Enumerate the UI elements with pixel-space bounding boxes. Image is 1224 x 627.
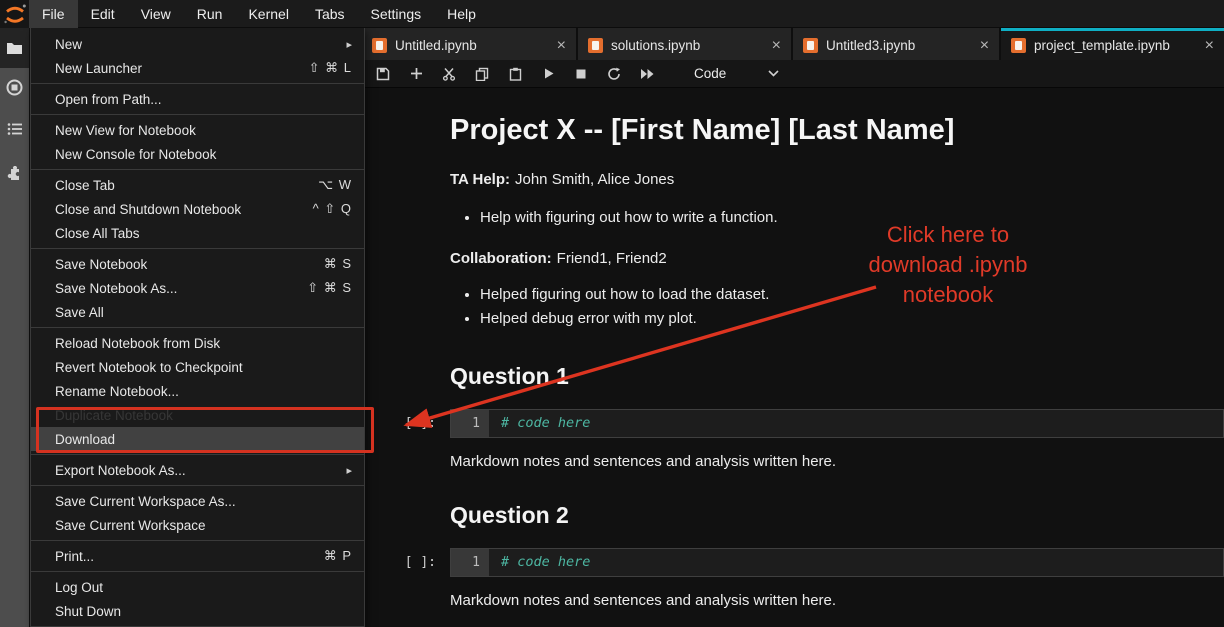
menu-item-log-out[interactable]: Log Out — [31, 575, 364, 599]
cell-prompt: [ ]: — [362, 548, 450, 577]
chevron-down-icon — [768, 70, 779, 77]
notebook-file-icon — [588, 38, 603, 53]
markdown-cell[interactable]: Markdown notes and sentences and analysi… — [450, 592, 1224, 609]
notebook-file-icon — [372, 38, 387, 53]
menu-item-new-console-for-notebook[interactable]: New Console for Notebook — [31, 142, 364, 166]
save-icon[interactable] — [375, 66, 391, 82]
tab-solutions-ipynb[interactable]: solutions.ipynb × — [578, 28, 791, 60]
menu-item-save-all[interactable]: Save All — [31, 300, 364, 324]
menu-edit[interactable]: Edit — [78, 0, 128, 28]
code-editor[interactable]: 1 # code here — [450, 409, 1224, 438]
menu-run[interactable]: Run — [184, 0, 236, 28]
menu-item-save-current-workspace-as[interactable]: Save Current Workspace As... — [31, 489, 364, 513]
question-2-heading: Question 2 — [450, 502, 1224, 529]
submenu-arrow-icon: ▸ — [346, 464, 352, 477]
cell-prompt: [ ]: — [362, 409, 450, 438]
file-browser-icon[interactable] — [0, 35, 29, 61]
close-tab-icon[interactable]: × — [549, 38, 566, 54]
cell-type-dropdown[interactable]: Code — [694, 66, 779, 81]
line-number: 1 — [451, 410, 489, 437]
extension-manager-icon[interactable] — [0, 161, 29, 187]
menu-help[interactable]: Help — [434, 0, 489, 28]
main-dock-panel: Untitled.ipynb × solutions.ipynb × Untit… — [362, 28, 1224, 627]
stop-icon[interactable] — [573, 66, 589, 82]
tab-untitled-ipynb[interactable]: Untitled.ipynb × — [362, 28, 576, 60]
ta-help-line: TA Help:John Smith, Alice Jones — [450, 171, 1224, 188]
notebook-file-icon — [1011, 38, 1026, 53]
menu-item-close-and-shutdown-notebook[interactable]: Close and Shutdown Notebook^ ⇧ Q — [31, 197, 364, 221]
menu-item-new[interactable]: New▸ — [31, 32, 364, 56]
close-tab-icon[interactable]: × — [1197, 38, 1214, 54]
menu-file[interactable]: File — [29, 0, 78, 28]
menu-item-rename-notebook[interactable]: Rename Notebook... — [31, 379, 364, 403]
menu-item-reload-notebook-from-disk[interactable]: Reload Notebook from Disk — [31, 331, 364, 355]
menu-item-save-current-workspace[interactable]: Save Current Workspace — [31, 513, 364, 537]
code-cell: [ ]: 1 # code here — [362, 409, 1224, 438]
code-text: # code here — [489, 549, 590, 576]
code-cell: [ ]: 1 # code here — [362, 548, 1224, 577]
menu-item-close-all-tabs[interactable]: Close All Tabs — [31, 221, 364, 245]
menu-item-revert-notebook-to-checkpoint[interactable]: Revert Notebook to Checkpoint — [31, 355, 364, 379]
menu-view[interactable]: View — [128, 0, 184, 28]
file-menu-dropdown: New▸ New Launcher⇧ ⌘ L Open from Path...… — [30, 28, 365, 627]
submenu-arrow-icon: ▸ — [346, 38, 352, 51]
run-all-icon[interactable] — [639, 66, 655, 82]
menu-item-new-view-for-notebook[interactable]: New View for Notebook — [31, 118, 364, 142]
menu-settings[interactable]: Settings — [358, 0, 435, 28]
line-number: 1 — [451, 549, 489, 576]
jupyterlab-window: File Edit View Run Kernel Tabs Settings … — [0, 0, 1224, 627]
running-kernels-icon[interactable] — [0, 74, 29, 100]
tab-bar: Untitled.ipynb × solutions.ipynb × Untit… — [362, 28, 1224, 60]
menu-item-new-launcher[interactable]: New Launcher⇧ ⌘ L — [31, 56, 364, 80]
question-1-heading: Question 1 — [450, 363, 1224, 390]
markdown-cell[interactable]: Markdown notes and sentences and analysi… — [450, 453, 1224, 470]
restart-kernel-icon[interactable] — [606, 66, 622, 82]
cut-icon[interactable] — [441, 66, 457, 82]
menu-item-close-tab[interactable]: Close Tab⌥ W — [31, 173, 364, 197]
tab-project-template-ipynb[interactable]: project_template.ipynb × — [1001, 28, 1224, 60]
close-tab-icon[interactable]: × — [764, 38, 781, 54]
jupyter-logo-icon — [0, 0, 29, 28]
menu-bar: File Edit View Run Kernel Tabs Settings … — [0, 0, 1224, 28]
table-of-contents-icon[interactable] — [0, 116, 29, 142]
copy-icon[interactable] — [474, 66, 490, 82]
menu-item-export-notebook-as[interactable]: Export Notebook As...▸ — [31, 458, 364, 482]
run-icon[interactable] — [540, 66, 556, 82]
annotation-text: Click here to download .ipynb notebook — [828, 220, 1068, 310]
notebook-file-icon — [803, 38, 818, 53]
menu-item-save-notebook-as[interactable]: Save Notebook As...⇧ ⌘ S — [31, 276, 364, 300]
bullet-item: Helped debug error with my plot. — [480, 307, 1224, 331]
menu-item-save-notebook[interactable]: Save Notebook⌘ S — [31, 252, 364, 276]
notebook-content: Project X -- [First Name] [Last Name] TA… — [362, 88, 1224, 627]
annotation-highlight-box — [36, 407, 374, 453]
notebook-toolbar: Code — [362, 60, 1224, 88]
code-editor[interactable]: 1 # code here — [450, 548, 1224, 577]
insert-cell-icon[interactable] — [408, 66, 424, 82]
menu-item-print[interactable]: Print...⌘ P — [31, 544, 364, 568]
tab-untitled3-ipynb[interactable]: Untitled3.ipynb × — [793, 28, 999, 60]
code-text: # code here — [489, 410, 590, 437]
notebook-title: Project X -- [First Name] [Last Name] — [450, 114, 1224, 147]
menu-item-open-from-path[interactable]: Open from Path... — [31, 87, 364, 111]
menu-kernel[interactable]: Kernel — [235, 0, 301, 28]
menu-tabs[interactable]: Tabs — [302, 0, 358, 28]
paste-icon[interactable] — [507, 66, 523, 82]
activity-bar — [0, 28, 29, 627]
menu-item-shut-down[interactable]: Shut Down — [31, 599, 364, 623]
close-tab-icon[interactable]: × — [972, 38, 989, 54]
